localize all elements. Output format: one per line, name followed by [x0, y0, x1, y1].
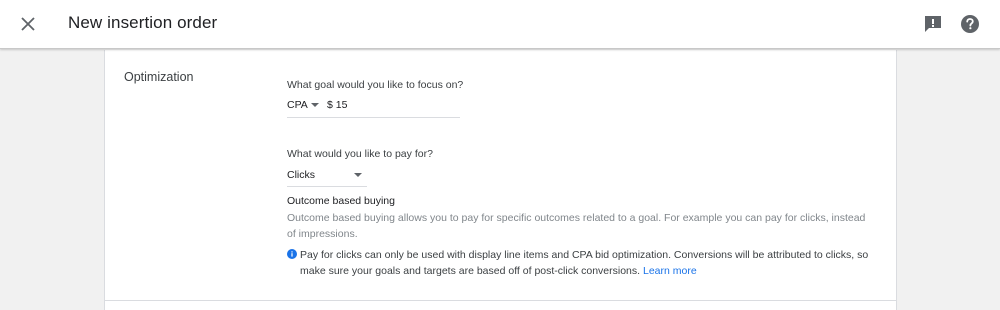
- info-message: Pay for clicks can only be used with dis…: [300, 249, 869, 277]
- feedback-icon: [925, 16, 941, 32]
- card-divider: [104, 300, 897, 301]
- goal-type-value: CPA: [287, 99, 308, 111]
- outcome-description: Outcome based buying allows you to pay f…: [287, 212, 866, 240]
- close-icon: [21, 17, 35, 31]
- chevron-down-icon[interactable]: [311, 103, 319, 107]
- section-label-optimization: Optimization: [124, 70, 194, 84]
- goal-value-input[interactable]: $ 15: [327, 99, 347, 111]
- pay-question-label: What would you like to pay for?: [287, 148, 433, 160]
- help-icon: [961, 15, 979, 33]
- help-button[interactable]: [959, 13, 981, 35]
- pay-field-underline: [287, 186, 367, 187]
- close-button[interactable]: [16, 12, 40, 36]
- chevron-down-icon[interactable]: [354, 173, 362, 177]
- page-title: New insertion order: [68, 13, 218, 32]
- top-bar: New insertion order: [0, 0, 1000, 49]
- pay-for-dropdown[interactable]: Clicks: [287, 169, 315, 181]
- goal-type-dropdown[interactable]: CPA: [287, 99, 308, 111]
- outcome-title: Outcome based buying: [287, 195, 395, 207]
- feedback-button[interactable]: [922, 13, 944, 35]
- pay-for-value: Clicks: [287, 169, 315, 181]
- goal-field-underline: [287, 117, 460, 118]
- learn-more-link[interactable]: Learn more: [643, 265, 697, 277]
- goal-question-label: What goal would you like to focus on?: [287, 79, 464, 91]
- info-text: Pay for clicks can only be used with dis…: [300, 247, 877, 279]
- info-icon: [287, 249, 297, 259]
- info-notice: Pay for clicks can only be used with dis…: [287, 247, 877, 279]
